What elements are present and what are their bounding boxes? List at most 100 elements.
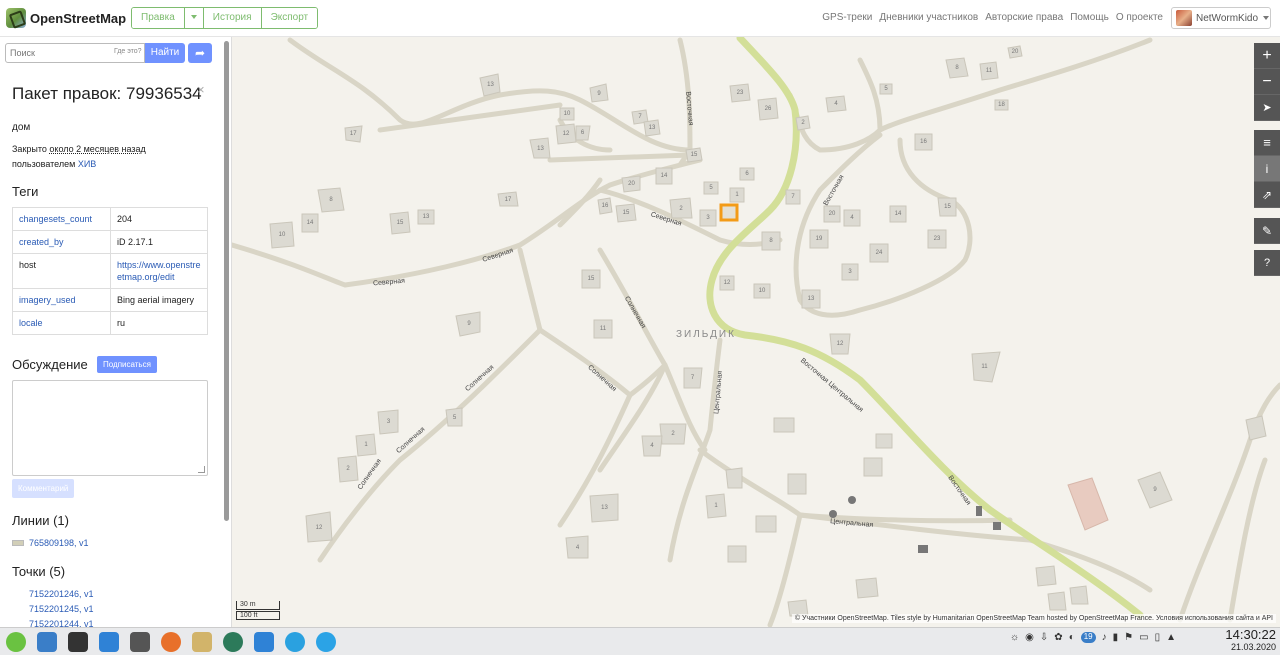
changeset-highlight[interactable] bbox=[719, 203, 739, 222]
house-number: 12 bbox=[836, 341, 844, 347]
taskbar-app[interactable] bbox=[188, 629, 216, 655]
house-number: 20 bbox=[628, 181, 635, 187]
closed-user-link[interactable]: ХИВ bbox=[78, 159, 96, 169]
comment-textarea[interactable] bbox=[12, 380, 208, 476]
taskbar-app[interactable] bbox=[33, 629, 61, 655]
taskbar-app[interactable] bbox=[157, 629, 185, 655]
house-number: 11 bbox=[981, 364, 988, 370]
taskbar-app[interactable] bbox=[95, 629, 123, 655]
buildings bbox=[269, 45, 1267, 617]
tray-icon[interactable]: ⇩ bbox=[1040, 632, 1048, 643]
way-link[interactable]: 765809198, v1 bbox=[29, 538, 89, 548]
house-number: 1 bbox=[714, 503, 718, 509]
house-number: 4 bbox=[834, 101, 838, 107]
keyboard-layout-icon[interactable]: ⚑ bbox=[1124, 632, 1133, 643]
search-button[interactable]: Найти bbox=[145, 43, 185, 63]
where-is-this-link[interactable]: Где это? bbox=[114, 48, 142, 55]
zoom-controls: + − ➤ bbox=[1254, 43, 1280, 121]
locate-button[interactable]: ➤ bbox=[1254, 95, 1280, 121]
clock[interactable]: 14:30:22 21.03.2020 bbox=[1214, 628, 1276, 653]
house-number: 3 bbox=[848, 269, 852, 275]
tag-key[interactable]: imagery_used bbox=[12, 288, 111, 312]
directions-icon: ➦ bbox=[194, 46, 206, 60]
tab-history[interactable]: История bbox=[203, 8, 262, 28]
tab-edit[interactable]: Правка bbox=[132, 8, 185, 28]
tag-key[interactable]: created_by bbox=[12, 230, 111, 254]
user-menu-button[interactable]: NetWormKido bbox=[1171, 7, 1271, 29]
battery-icon[interactable]: ▮ bbox=[1113, 632, 1119, 643]
subscribe-button[interactable]: Подписаться bbox=[97, 356, 157, 373]
taskbar-app[interactable] bbox=[281, 629, 309, 655]
display-icon[interactable]: ▭ bbox=[1139, 632, 1148, 643]
house-number: 24 bbox=[875, 250, 883, 256]
terminal-icon bbox=[68, 631, 88, 652]
add-note-icon[interactable]: ✎ bbox=[1254, 218, 1280, 244]
house-number: 2 bbox=[346, 466, 350, 472]
scale-imperial: 100 ft bbox=[236, 611, 280, 620]
house-number: 6 bbox=[580, 130, 585, 136]
nav-gps-traces[interactable]: GPS-треки bbox=[822, 12, 872, 23]
house-number: 12 bbox=[315, 524, 323, 531]
taskbar-app[interactable] bbox=[126, 629, 154, 655]
network-icon bbox=[285, 631, 305, 652]
tag-value-link[interactable]: https://www.openstreetmap.org/edit bbox=[110, 253, 208, 289]
tray-icon[interactable]: ◉ bbox=[1025, 632, 1034, 643]
house-number: 15 bbox=[944, 204, 951, 210]
query-features-icon[interactable]: ? bbox=[1254, 250, 1280, 276]
taskbar-app[interactable] bbox=[250, 629, 278, 655]
taskbar-app[interactable] bbox=[219, 629, 247, 655]
share-icon[interactable]: ⇗ bbox=[1254, 182, 1280, 208]
node-link[interactable]: 7152201246, v1 bbox=[29, 589, 94, 599]
tag-key[interactable]: changesets_count bbox=[12, 207, 111, 231]
map-attribution[interactable]: © Участники OpenStreetMap. Tiles style b… bbox=[791, 614, 1276, 623]
chevron-up-icon[interactable]: ▲ bbox=[1166, 632, 1176, 643]
house-number: 4 bbox=[650, 443, 654, 449]
close-icon[interactable]: × bbox=[197, 82, 205, 97]
note-controls: ✎ bbox=[1254, 218, 1280, 244]
house-number: 9 bbox=[467, 321, 471, 327]
folder-icon bbox=[99, 631, 119, 652]
house-number: 3 bbox=[386, 419, 391, 425]
volume-icon[interactable]: ♪ bbox=[1102, 632, 1107, 643]
nav-about[interactable]: О проекте bbox=[1116, 12, 1163, 23]
zoom-in-button[interactable]: + bbox=[1254, 43, 1280, 69]
node-link[interactable]: 7152201244, v1 bbox=[29, 619, 94, 627]
nodes-heading: Точки (5) bbox=[12, 564, 66, 579]
landuse-area bbox=[1067, 477, 1109, 531]
tray-icon[interactable]: ✿ bbox=[1054, 632, 1062, 643]
query-controls: ? bbox=[1254, 250, 1280, 276]
tray-badge[interactable]: 19 bbox=[1080, 632, 1096, 643]
tag-key[interactable]: locale bbox=[12, 311, 111, 335]
layers-icon[interactable]: ≡ bbox=[1254, 130, 1280, 156]
tray-icon[interactable]: ☼ bbox=[1010, 632, 1019, 643]
tray-icon[interactable]: ◐ bbox=[1069, 632, 1075, 643]
house-number: 2 bbox=[671, 431, 675, 437]
nav-copyright[interactable]: Авторские права bbox=[985, 12, 1063, 23]
tag-key: host bbox=[12, 253, 111, 289]
edit-dropdown-button[interactable] bbox=[184, 8, 204, 28]
info-icon[interactable]: i bbox=[1254, 156, 1280, 182]
sidebar-scrollbar[interactable] bbox=[224, 41, 229, 521]
desktop-icon bbox=[37, 631, 57, 652]
taskbar-app[interactable] bbox=[64, 629, 92, 655]
folder-icon bbox=[254, 631, 274, 652]
house-number: 2 bbox=[801, 120, 805, 126]
zoom-out-button[interactable]: − bbox=[1254, 69, 1280, 95]
osm-logo[interactable]: OpenStreetMap bbox=[6, 8, 126, 28]
house-number: 7 bbox=[791, 194, 795, 200]
changeset-closed-info: Закрыто около 2 месяцев назад пользовате… bbox=[12, 142, 146, 172]
start-menu-button[interactable] bbox=[2, 629, 30, 655]
nav-help[interactable]: Помощь bbox=[1070, 12, 1109, 23]
taskbar-app[interactable] bbox=[312, 629, 340, 655]
map-canvas[interactable]: ЗИЛЬДИК Северная Северная Северная Солне… bbox=[232, 37, 1280, 627]
house-number: 13 bbox=[537, 145, 544, 152]
table-row: host https://www.openstreetmap.org/edit bbox=[12, 253, 208, 289]
changeset-title: Пакет правок: 79936534 bbox=[12, 84, 202, 103]
device-icon[interactable]: ▯ bbox=[1155, 632, 1161, 643]
house-number: 9 bbox=[597, 90, 601, 97]
nav-user-diaries[interactable]: Дневники участников bbox=[879, 12, 978, 23]
comment-button[interactable]: Комментарий bbox=[12, 479, 75, 498]
directions-button[interactable]: ➦ bbox=[188, 43, 212, 63]
tab-export[interactable]: Экспорт bbox=[261, 8, 318, 28]
node-link[interactable]: 7152201245, v1 bbox=[29, 604, 94, 614]
